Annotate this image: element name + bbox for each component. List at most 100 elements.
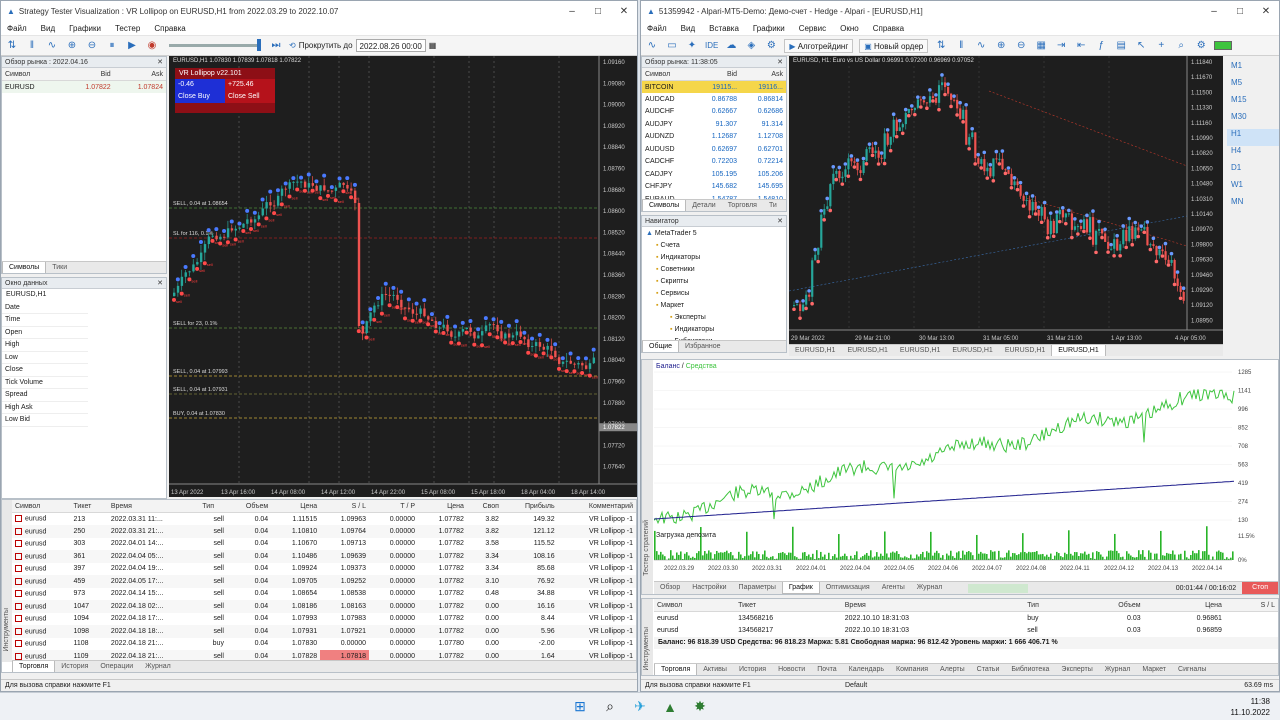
tab-symbols[interactable]: Символы bbox=[2, 262, 47, 273]
column-header[interactable]: Символ bbox=[654, 599, 736, 612]
list-item[interactable]: CHFJPY 145.682 145.695 bbox=[642, 181, 786, 194]
pause-icon[interactable]: ⏸ bbox=[105, 39, 119, 53]
tab-toolbox[interactable]: Статьи bbox=[971, 664, 1006, 675]
column-header[interactable]: Цена bbox=[1143, 599, 1225, 612]
column-header[interactable]: Символ bbox=[12, 500, 71, 513]
tab-overview[interactable]: Обзор bbox=[654, 582, 686, 594]
list-item[interactable]: AUDCAD 0.86788 0.86814 bbox=[642, 93, 786, 106]
telegram-icon[interactable]: ✈ bbox=[630, 697, 650, 717]
scroll-date-input[interactable]: 2022.08.26 00:00 bbox=[355, 39, 426, 52]
timeframe-h4[interactable]: H4 bbox=[1227, 146, 1279, 163]
column-header[interactable]: Объем bbox=[226, 500, 272, 513]
tab-chart[interactable]: EURUSD,H1 bbox=[1051, 345, 1106, 356]
column-header[interactable]: Ask bbox=[740, 68, 786, 81]
timeframe-m30[interactable]: M30 bbox=[1227, 112, 1279, 129]
tab-toolbox[interactable]: Маркет bbox=[1136, 664, 1172, 675]
column-header[interactable]: Прибыль bbox=[501, 500, 558, 513]
line-chart-icon[interactable]: ∿ bbox=[45, 39, 59, 53]
close-icon[interactable]: ✕ bbox=[611, 6, 637, 17]
settings-icon[interactable]: ⚙ bbox=[1194, 39, 1208, 53]
tab-favorites[interactable]: Избранное bbox=[679, 341, 726, 352]
zoom-out-icon[interactable]: ⊖ bbox=[1014, 39, 1028, 53]
tab-chart[interactable]: EURUSD,H1 bbox=[841, 345, 893, 356]
table-row[interactable]: eurusd 1047 2022.04.18 02:... sell 0.04 1.081… bbox=[12, 600, 636, 613]
navigator-item[interactable]: ▪ Счета bbox=[644, 240, 784, 252]
system-tray[interactable]: 11:38 11.10.2022 bbox=[1231, 696, 1270, 718]
close-sell-button[interactable]: Close Sell bbox=[225, 90, 275, 103]
tester-icon[interactable]: ⚙ bbox=[764, 39, 778, 53]
table-row[interactable]: eurusd 1094 2022.04.18 17:... sell 0.04 1.079… bbox=[12, 613, 636, 626]
metatrader-icon[interactable]: ▲ bbox=[660, 697, 680, 717]
menu-insert[interactable]: Вставка bbox=[709, 24, 739, 33]
search-icon[interactable]: ⌕ bbox=[1174, 39, 1188, 53]
timeframe-m1[interactable]: M1 bbox=[1227, 61, 1279, 78]
grid-icon[interactable]: ▦ bbox=[1034, 39, 1048, 53]
menu-file[interactable]: Файл bbox=[7, 24, 27, 33]
column-header[interactable]: Время bbox=[841, 599, 1025, 612]
indicators-icon[interactable]: ƒ bbox=[1094, 39, 1108, 53]
timeframe-m15[interactable]: M15 bbox=[1227, 95, 1279, 112]
navigator-item[interactable]: ▪ Советники bbox=[644, 264, 784, 276]
timeframe-m5[interactable]: M5 bbox=[1227, 78, 1279, 95]
navigator-item[interactable]: ▲ MetaTrader 5 bbox=[644, 228, 784, 240]
profiles-icon[interactable]: ▭ bbox=[665, 39, 679, 53]
tab-journal[interactable]: Журнал bbox=[911, 582, 949, 594]
column-header[interactable]: Тип bbox=[199, 500, 227, 513]
tab-trading[interactable]: Торговля bbox=[722, 200, 763, 211]
list-item[interactable]: CADCHF 0.72203 0.72214 bbox=[642, 156, 786, 169]
stop-icon[interactable]: ◉ bbox=[145, 39, 159, 53]
column-header[interactable]: Цена bbox=[271, 500, 321, 513]
zoom-in-icon[interactable]: ⊕ bbox=[65, 39, 79, 53]
tab-agents[interactable]: Агенты bbox=[876, 582, 911, 594]
col-bid[interactable]: Bid bbox=[61, 68, 114, 81]
panel-close-icon[interactable]: ✕ bbox=[777, 58, 783, 66]
tab-ticks[interactable]: Ти bbox=[763, 200, 783, 211]
tab-trade[interactable]: Торговля bbox=[12, 661, 56, 672]
table-row[interactable]: eurusd 397 2022.04.04 19:... sell 0.04 1.0992… bbox=[12, 563, 636, 576]
autoscroll-icon[interactable]: ⇥ bbox=[1054, 39, 1068, 53]
list-item[interactable]: EURUSD 1.07822 1.07824 bbox=[2, 80, 166, 93]
list-item[interactable]: CADJPY 105.195 105.206 bbox=[642, 168, 786, 181]
timeframe-h1[interactable]: H1 bbox=[1227, 129, 1279, 146]
column-header[interactable]: Своп bbox=[466, 500, 502, 513]
candles-icon[interactable]: ‖ bbox=[25, 39, 39, 53]
tab-toolbox[interactable]: Сигналы bbox=[1172, 664, 1212, 675]
ide-button[interactable]: IDE bbox=[705, 39, 718, 53]
bars-icon[interactable]: ⇅ bbox=[934, 39, 948, 53]
stop-button[interactable]: Стоп bbox=[1242, 582, 1278, 594]
zoom-in-icon[interactable]: ⊕ bbox=[994, 39, 1008, 53]
tab-operations[interactable]: Операции bbox=[94, 661, 139, 672]
panel-close-icon[interactable]: ✕ bbox=[777, 217, 783, 225]
search-icon[interactable]: ⌕ bbox=[600, 697, 620, 717]
tab-toolbox[interactable]: История bbox=[733, 664, 772, 675]
table-row[interactable]: eurusd 134568217 2022.10.10 18:31:03 sell 0.… bbox=[654, 624, 1278, 637]
tab-toolbox[interactable]: Новости bbox=[772, 664, 811, 675]
panel-close-icon[interactable]: ✕ bbox=[157, 279, 163, 287]
line-icon[interactable]: ∿ bbox=[974, 39, 988, 53]
maximize-icon[interactable]: □ bbox=[585, 6, 611, 17]
table-row[interactable]: eurusd 973 2022.04.14 15:... sell 0.04 1.0865… bbox=[12, 588, 636, 601]
table-row[interactable]: eurusd 134568216 2022.10.10 18:31:03 buy 0.0… bbox=[654, 612, 1278, 625]
column-header[interactable]: Цена bbox=[418, 500, 467, 513]
menu-charts[interactable]: Графики bbox=[753, 24, 785, 33]
column-header[interactable]: Тикет bbox=[735, 599, 842, 612]
menu-view[interactable]: Вид bbox=[41, 24, 55, 33]
navigator-item[interactable]: ▪ Скрипты bbox=[644, 276, 784, 288]
menu-view[interactable]: Вид bbox=[681, 24, 695, 33]
navigator-item[interactable]: ▪ Эксперты bbox=[644, 312, 784, 324]
column-header[interactable]: S / L bbox=[1224, 599, 1278, 612]
tab-common[interactable]: Общие bbox=[642, 341, 680, 352]
tab-toolbox[interactable]: Компания bbox=[890, 664, 934, 675]
chart-bars-icon[interactable]: ⇅ bbox=[5, 39, 19, 53]
menu-tester[interactable]: Тестер bbox=[115, 24, 140, 33]
play-icon[interactable]: ▶ bbox=[125, 39, 139, 53]
cursor-icon[interactable]: ↖ bbox=[1134, 39, 1148, 53]
column-header[interactable]: Комментарий bbox=[557, 500, 636, 513]
skip-forward-icon[interactable]: ⏭ bbox=[269, 39, 283, 53]
table-row[interactable]: eurusd 250 2022.03.31 21:... sell 0.04 1.1081… bbox=[12, 525, 636, 538]
minimize-icon[interactable]: – bbox=[1201, 6, 1227, 17]
list-item[interactable]: AUDUSD 0.62697 0.62701 bbox=[642, 143, 786, 156]
shift-icon[interactable]: ⇤ bbox=[1074, 39, 1088, 53]
column-header[interactable]: Время bbox=[107, 500, 200, 513]
calendar-icon[interactable]: ▦ bbox=[429, 41, 437, 50]
